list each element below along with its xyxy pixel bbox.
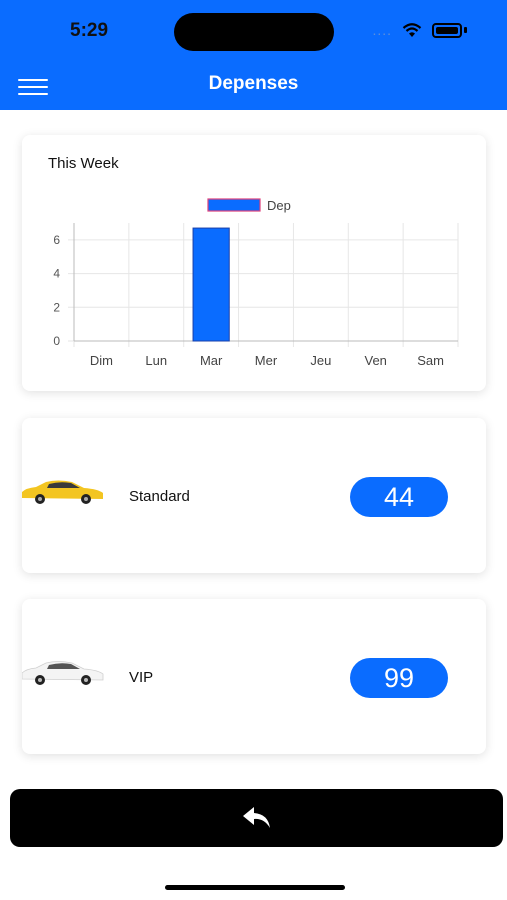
x-tick-label: Mer [255, 353, 278, 368]
reply-arrow-icon [242, 807, 270, 828]
x-tick-label: Jeu [310, 353, 331, 368]
x-tick-label: Mar [200, 353, 223, 368]
wifi-icon [402, 22, 422, 37]
standard-category-card[interactable]: Standard 44 [22, 418, 486, 573]
status-time: 5:29 [70, 20, 109, 41]
back-button[interactable] [10, 789, 503, 847]
standard-label: Standard [129, 488, 190, 505]
y-tick-label: 0 [53, 334, 60, 348]
standard-count-badge: 44 [350, 477, 448, 517]
cellular-signal-icon: .... [372, 22, 392, 38]
y-tick-label: 6 [53, 233, 60, 247]
legend-label: Dep [267, 198, 291, 213]
battery-icon [432, 22, 462, 38]
app-header: 5:29 .... Depenses [0, 0, 507, 110]
weekly-chart-card: This Week 0 2 4 6 Dim Lun Mar Mer Jeu Ven Sam Dep [22, 135, 486, 391]
y-tick-label: 2 [53, 300, 60, 314]
white-sedan-car-icon [22, 661, 104, 685]
bar-chart: 0 2 4 6 Dim Lun Mar Mer Jeu Ven Sam Dep [53, 198, 459, 368]
bar-mar [192, 227, 230, 342]
legend-swatch [207, 198, 261, 212]
yellow-taxi-car-icon [22, 480, 103, 504]
x-tick-label: Sam [417, 353, 444, 368]
home-indicator [165, 885, 345, 890]
vip-category-card[interactable]: VIP 99 [22, 599, 486, 754]
x-tick-label: Ven [365, 353, 387, 368]
y-tick-label: 4 [53, 267, 60, 281]
battery-cap [464, 27, 467, 33]
vip-label: VIP [129, 669, 154, 686]
x-tick-label: Lun [145, 353, 167, 368]
vip-count-badge: 99 [350, 658, 448, 698]
page-title: Depenses [208, 73, 299, 94]
dynamic-island [174, 13, 334, 51]
x-tick-label: Dim [90, 353, 113, 368]
status-icons: .... [372, 22, 467, 38]
